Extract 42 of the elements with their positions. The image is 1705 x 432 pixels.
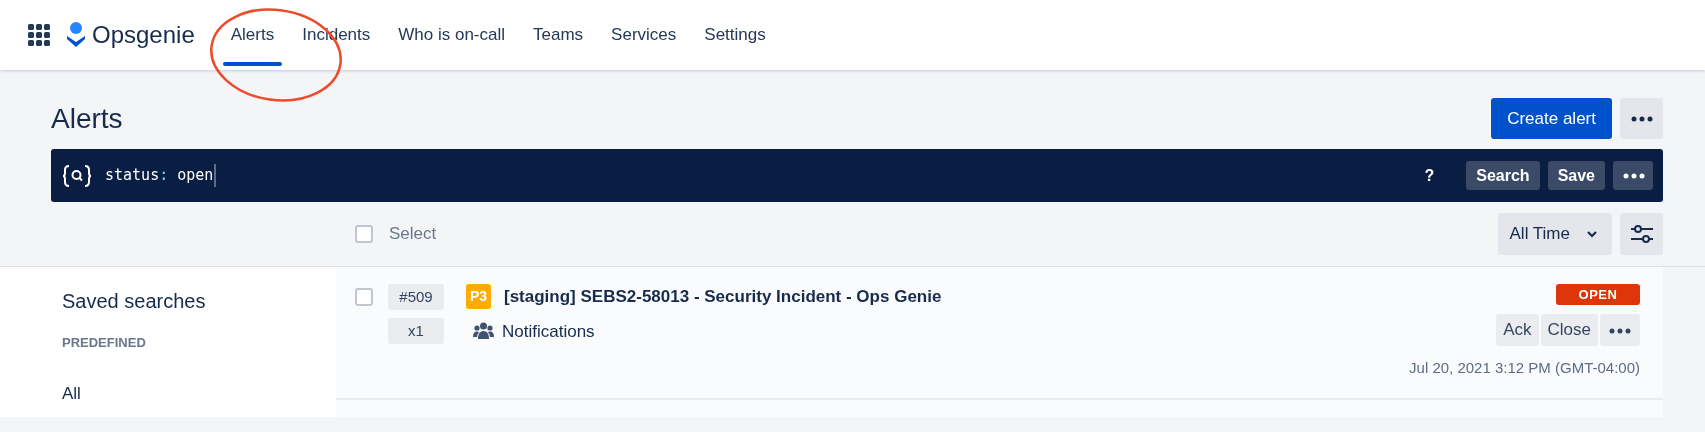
sidebar-title: Saved searches [62,289,207,313]
team-name: Notifications [502,320,595,343]
query-icon [63,164,91,187]
alert-checkbox[interactable] [355,288,373,306]
filter-button[interactable] [1620,213,1663,255]
app-grid-icon[interactable] [28,24,50,46]
create-alert-button[interactable]: Create alert [1491,98,1612,139]
close-button[interactable]: Close [1540,314,1598,346]
priority-badge: P3 [466,284,491,310]
select-all-checkbox[interactable] [355,225,373,243]
more-icon [1630,115,1653,122]
save-button[interactable]: Save [1547,161,1605,190]
alert-title[interactable]: [staging] SEBS2-58013 - Security Incident - Ops Genie [504,284,942,310]
nav-tab[interactable]: Teams [519,0,598,70]
ack-button[interactable]: Ack [1496,314,1539,346]
section-heading: PREDEFINED [62,334,147,352]
nav-tab[interactable]: Services [597,0,691,70]
saved-search-item[interactable]: All [62,380,336,406]
alert-count: x1 [388,318,444,344]
page-title: Alerts [51,101,123,136]
alert-number: #509 [388,284,444,310]
logo-icon [66,22,86,48]
more-icon [1609,327,1631,334]
more-icon [1623,173,1645,180]
nav-tab[interactable]: Alerts [216,0,289,70]
team-icon [473,322,494,341]
more-button[interactable] [1613,161,1653,190]
select-label: Select [389,223,437,246]
nav-tab[interactable]: Settings [690,0,780,70]
brand-name: Opsgenie [92,20,195,50]
nav-tab[interactable]: Who is on-call [384,0,520,70]
status-badge: OPEN [1556,284,1640,305]
help-button[interactable]: ? [1414,161,1445,190]
more-button[interactable] [1600,314,1640,346]
caret-icon [1586,230,1598,238]
search-button[interactable]: Search [1466,161,1540,190]
search-query[interactable]: status: open [105,164,217,187]
more-button[interactable] [1620,98,1663,139]
search-bar[interactable]: status: open ? Search Save [51,149,1663,202]
time-filter-dropdown[interactable]: All Time [1497,213,1612,255]
sliders-icon [1629,224,1654,244]
alert-time: Jul 20, 2021 3:12 PM (GMT-04:00) [1409,358,1640,378]
